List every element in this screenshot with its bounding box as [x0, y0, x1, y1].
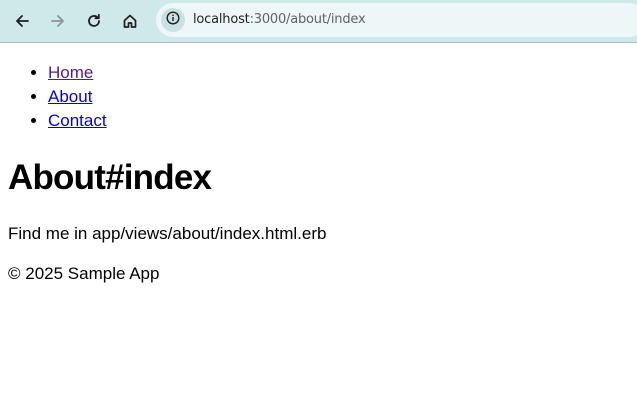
- url-path: :3000/about/index: [249, 12, 366, 27]
- about-link[interactable]: About: [48, 87, 92, 106]
- info-icon: [166, 10, 180, 30]
- view-path-hint: Find me in app/views/about/index.html.er…: [8, 224, 327, 243]
- footer-text: © 2025 Sample App: [8, 264, 160, 283]
- arrow-right-icon: [50, 13, 66, 29]
- back-button[interactable]: [7, 6, 37, 36]
- page-title: About#index: [8, 158, 212, 197]
- page-content: Home About Contact About#index Find me i…: [0, 44, 637, 395]
- arrow-left-icon: [14, 13, 30, 29]
- nav-list: Home About Contact: [48, 61, 107, 133]
- url-host: localhost: [193, 12, 250, 27]
- url-text: localhost:3000/about/index: [193, 3, 366, 37]
- list-item: About: [48, 85, 107, 109]
- reload-icon: [86, 13, 102, 29]
- list-item: Home: [48, 61, 107, 85]
- home-icon: [122, 13, 138, 29]
- address-bar[interactable]: localhost:3000/about/index: [156, 3, 637, 37]
- home-button[interactable]: [115, 6, 145, 36]
- list-item: Contact: [48, 109, 107, 133]
- forward-button[interactable]: [43, 6, 73, 36]
- site-info-button[interactable]: [161, 8, 185, 32]
- home-link[interactable]: Home: [48, 63, 93, 82]
- contact-link[interactable]: Contact: [48, 111, 107, 130]
- browser-toolbar: localhost:3000/about/index: [0, 0, 637, 43]
- reload-button[interactable]: [79, 6, 109, 36]
